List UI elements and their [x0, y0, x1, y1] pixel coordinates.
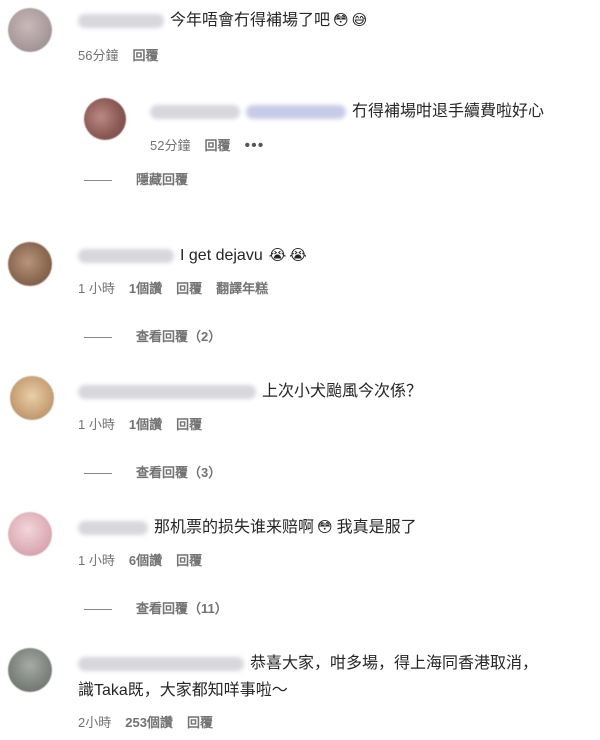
avatar[interactable] [8, 8, 52, 52]
sweat-smile-emoji-icon: 😅 [351, 12, 368, 29]
crying-emoji-icon: 😭 [268, 247, 287, 264]
timestamp: 2小時 [78, 715, 112, 730]
comment-meta: 2小時 253個讚 回覆 [78, 714, 227, 732]
avatar[interactable] [10, 376, 54, 420]
comment-text: 上次小犬颱風今次係？ [78, 381, 422, 403]
translate-button[interactable]: 翻譯年糕 [216, 281, 268, 296]
comment-meta: 52分鐘 回覆 ••• [150, 137, 278, 155]
like-count[interactable]: 6個讚 [129, 553, 162, 568]
hide-replies-button[interactable]: 隱藏回覆 [136, 172, 188, 187]
view-replies-row[interactable]: 查看回覆（2） [84, 328, 221, 346]
username-blurred[interactable] [78, 656, 244, 671]
comment-text: 那机票的损失谁来赔啊 😳 我真是服了 [78, 517, 417, 539]
avatar[interactable] [84, 98, 126, 140]
view-replies-button[interactable]: 查看回覆（11） [136, 601, 228, 616]
mention-blurred[interactable] [246, 104, 346, 119]
comment-body: 恭喜大家，咁多場，得上海同香港取消， [250, 655, 539, 672]
like-count[interactable]: 253個讚 [125, 715, 173, 730]
username-blurred[interactable] [78, 248, 174, 263]
avatar[interactable] [8, 512, 52, 556]
comment-meta: 56分鐘 回覆 [78, 47, 172, 65]
reply-button[interactable]: 回覆 [204, 138, 230, 153]
comment-body: I get dejavu [180, 247, 263, 264]
timestamp: 56分鐘 [78, 48, 119, 63]
reply-button[interactable]: 回覆 [176, 417, 202, 432]
reply-button[interactable]: 回覆 [176, 553, 202, 568]
username-blurred[interactable] [78, 520, 148, 535]
comment-text: I get dejavu 😭 😭 [78, 245, 307, 267]
comment-meta: 1 小時 1個讚 回覆 [78, 416, 216, 434]
reply-button[interactable]: 回覆 [132, 48, 158, 63]
view-replies-row[interactable]: 查看回覆（3） [84, 464, 221, 482]
comment-body: 那机票的损失谁来赔啊 [154, 519, 315, 536]
comment-meta: 1 小時 1個讚 回覆 翻譯年糕 [78, 280, 282, 298]
avatar[interactable] [8, 242, 52, 286]
avatar[interactable] [8, 648, 52, 692]
reply-button[interactable]: 回覆 [176, 281, 202, 296]
view-replies-button[interactable]: 查看回覆（2） [136, 329, 221, 344]
flushed-emoji-icon: 😳 [317, 519, 333, 536]
timestamp: 1 小時 [78, 553, 115, 568]
comment-body: 上次小犬颱風今次係？ [262, 383, 423, 400]
like-count[interactable]: 1個讚 [129, 417, 162, 432]
comment-body: 冇得補場咁退手續費啦好心 [352, 103, 545, 120]
timestamp: 1 小時 [78, 417, 115, 432]
comment-text: 冇得補場咁退手續費啦好心 [150, 101, 544, 123]
comment-text-line-2: 識Taka既，大家都知咩事啦～ [78, 682, 288, 699]
divider-line [84, 609, 112, 611]
timestamp: 52分鐘 [150, 138, 191, 153]
comment-body: 今年唔會冇得補場了吧 [170, 12, 331, 29]
username-blurred[interactable] [78, 384, 256, 399]
view-replies-row[interactable]: 查看回覆（11） [84, 600, 228, 618]
divider-line [84, 180, 112, 182]
timestamp: 1 小時 [78, 281, 115, 296]
comment-text: 今年唔會冇得補場了吧 😳 😅 [78, 10, 367, 32]
hide-replies-row[interactable]: 隱藏回覆 [84, 171, 188, 189]
more-options-icon[interactable]: ••• [244, 137, 264, 154]
view-replies-button[interactable]: 查看回覆（3） [136, 465, 221, 480]
username-blurred[interactable] [150, 104, 240, 119]
divider-line [84, 473, 112, 475]
comment-meta: 1 小時 6個讚 回覆 [78, 552, 216, 570]
like-count[interactable]: 1個讚 [129, 281, 162, 296]
divider-line [84, 337, 112, 339]
flushed-emoji-icon: 😳 [333, 12, 349, 29]
comment-body-2: 我真是服了 [336, 519, 417, 536]
comment-text: 恭喜大家，咁多場，得上海同香港取消， [78, 653, 538, 675]
crying-emoji-icon: 😭 [289, 247, 307, 264]
username-blurred[interactable] [78, 13, 164, 28]
reply-button[interactable]: 回覆 [187, 715, 213, 730]
